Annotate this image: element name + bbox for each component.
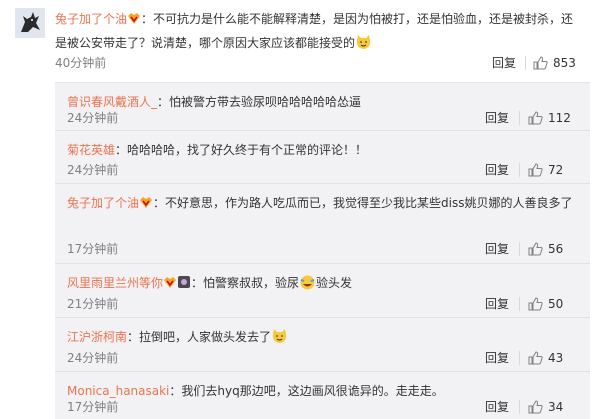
reply-text: ：拉倒吧，人家做头发去了	[127, 330, 272, 344]
comment-meta: 40分钟前 回复 853	[55, 53, 585, 73]
reply-button[interactable]: 回复	[485, 239, 509, 259]
like-count: 43	[548, 351, 564, 365]
reply-username[interactable]: 曾识春风戴酒人_	[67, 95, 157, 109]
thumb-up-icon	[533, 56, 548, 70]
list-item: 江沪浙柯南：拉倒吧，人家做头发去了 24分钟前 回复 43	[55, 318, 590, 372]
thumb-up-icon	[528, 297, 543, 311]
top-comment: 兔子加了个油 ：不可抗力是什么能不能解释清楚，是因为怕被打，还是怕验血，还是被封杀…	[0, 0, 593, 80]
like-count: 112	[548, 111, 571, 125]
reply-username[interactable]: 风里雨里兰州等你	[67, 276, 163, 290]
reply-meta: 24分钟前 回复 43	[67, 348, 590, 368]
list-item: 风里雨里兰州等你 ：怕警察叔叔，验尿 验头发 21分钟前 回复 50	[55, 264, 590, 318]
vip-badge-icon	[163, 274, 177, 296]
reply-meta: 21分钟前 回复 50	[67, 294, 590, 314]
divider	[519, 163, 520, 177]
divider	[525, 56, 526, 70]
divider	[519, 351, 520, 365]
reply-meta: 24分钟前 回复 72	[67, 160, 590, 180]
reply-button[interactable]: 回复	[485, 348, 509, 368]
reply-button[interactable]: 回复	[485, 108, 509, 128]
reply-username[interactable]: Monica_hanasaki	[67, 384, 169, 398]
list-item: Monica_hanasaki：我们去hyq那边吧，这边画风很诡异的。走走走。 …	[55, 372, 590, 419]
reply-meta: 17分钟前 回复 56	[67, 239, 590, 259]
comment-username[interactable]: 兔子加了个油	[55, 12, 127, 26]
reply-text: ：我们去hyq那边吧，这边画风很诡异的。走走走。	[169, 384, 444, 398]
square-badge-icon	[177, 274, 191, 296]
comment-time: 40分钟前	[55, 56, 107, 70]
reply-username[interactable]: 江沪浙柯南	[67, 330, 127, 344]
replies-list: 曾识春风戴酒人_：怕被警方带去验尿呗哈哈哈哈哈怂逼 24分钟前 回复 112 菊…	[55, 82, 590, 419]
reply-button[interactable]: 回复	[485, 294, 509, 314]
like-count: 50	[548, 297, 564, 311]
like-count: 56	[548, 242, 564, 256]
list-item: 曾识春风戴酒人_：怕被警方带去验尿呗哈哈哈哈哈怂逼 24分钟前 回复 112	[55, 83, 590, 131]
reply-button[interactable]: 回复	[485, 160, 509, 180]
list-item: 菊花英雄：哈哈哈哈，找了好久终于有个正常的评论！！ 24分钟前 回复 72	[55, 131, 590, 184]
vip-badge-icon	[139, 194, 153, 216]
reply-text: ：哈哈哈哈，找了好久终于有个正常的评论！！	[115, 143, 368, 157]
reply-text: ：怕警察叔叔，验尿	[191, 276, 300, 290]
thumb-up-icon	[528, 163, 543, 177]
reply-meta: 17分钟前 回复 34	[67, 397, 590, 417]
like-count: 34	[548, 400, 564, 414]
reply-meta: 24分钟前 回复 112	[67, 108, 590, 128]
reply-text: ：不好意思，作为路人吃瓜而已，我觉得至少我比某些diss姚贝娜的人善良多了	[153, 196, 573, 210]
reply-time: 17分钟前	[67, 242, 119, 256]
reply-button[interactable]: 回复	[492, 53, 516, 73]
reply-text: ：怕被警方带去验尿呗哈哈哈哈哈怂逼	[157, 95, 362, 109]
thumb-up-icon	[528, 242, 543, 256]
avatar[interactable]	[15, 8, 45, 38]
like-count: 72	[548, 163, 564, 177]
reply-time: 24分钟前	[67, 163, 119, 177]
avatar-cat-image	[15, 8, 45, 38]
reply-text-tail: 验头发	[316, 276, 353, 290]
list-item: 兔子加了个油 ：不好意思，作为路人吃瓜而已，我觉得至少我比某些diss姚贝娜的人善…	[55, 184, 590, 264]
reply-username[interactable]: 兔子加了个油	[67, 196, 139, 210]
vip-badge-icon	[127, 10, 141, 32]
divider	[519, 111, 520, 125]
reply-time: 17分钟前	[67, 400, 119, 414]
divider	[519, 297, 520, 311]
reply-button[interactable]: 回复	[485, 397, 509, 417]
divider	[519, 242, 520, 256]
thumb-up-icon	[528, 111, 543, 125]
thumb-up-icon	[528, 351, 543, 365]
divider	[519, 400, 520, 414]
thumb-up-icon	[528, 400, 543, 414]
reply-time: 21分钟前	[67, 297, 119, 311]
reply-time: 24分钟前	[67, 351, 119, 365]
reply-username[interactable]: 菊花英雄	[67, 143, 115, 157]
like-count: 853	[553, 56, 576, 70]
reply-time: 24分钟前	[67, 111, 119, 125]
